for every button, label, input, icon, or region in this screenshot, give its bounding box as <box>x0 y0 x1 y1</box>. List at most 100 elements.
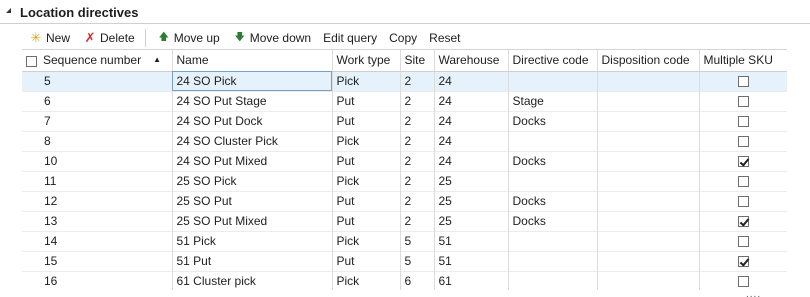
site-cell[interactable]: 2 <box>400 151 435 171</box>
disposition-code-cell[interactable] <box>597 131 700 151</box>
work-type-cell[interactable]: Put <box>332 211 401 231</box>
name-cell[interactable]: 24 SO Pick <box>172 71 333 91</box>
disposition-code-cell[interactable] <box>597 231 700 251</box>
name-cell[interactable]: 25 SO Pick <box>172 171 333 191</box>
site-cell[interactable]: 2 <box>400 91 435 111</box>
column-header-warehouse[interactable]: Warehouse <box>434 50 509 72</box>
multiple-sku-checkbox[interactable] <box>737 136 749 148</box>
table-row[interactable]: 10 24 SO Put Mixed Put 2 24 Docks <box>22 151 787 171</box>
sequence-number-cell[interactable]: 6 <box>22 91 173 111</box>
edit-query-button[interactable]: Edit query <box>317 27 383 49</box>
name-cell[interactable]: 24 SO Put Dock <box>172 111 333 131</box>
section-header[interactable]: Location directives <box>0 0 810 24</box>
sequence-number-cell[interactable]: 8 <box>22 131 173 151</box>
table-row[interactable]: 5 24 SO Pick Pick 2 24 <box>22 71 787 91</box>
column-header-directive-code[interactable]: Directive code <box>508 50 598 72</box>
site-cell[interactable]: 5 <box>400 251 435 271</box>
directive-code-cell[interactable]: Docks <box>508 191 598 211</box>
work-type-cell[interactable]: Pick <box>332 171 401 191</box>
table-row[interactable]: 8 24 SO Cluster Pick Pick 2 24 <box>22 131 787 151</box>
table-row[interactable]: 6 24 SO Put Stage Put 2 24 Stage <box>22 91 787 111</box>
name-cell[interactable]: 25 SO Put <box>172 191 333 211</box>
warehouse-cell[interactable]: 24 <box>434 91 509 111</box>
name-cell[interactable]: 24 SO Put Mixed <box>172 151 333 171</box>
name-cell[interactable]: 61 Cluster pick <box>172 271 333 290</box>
new-button[interactable]: ✳ New <box>22 27 76 49</box>
disposition-code-cell[interactable] <box>597 271 700 290</box>
warehouse-cell[interactable]: 51 <box>434 251 509 271</box>
work-type-cell[interactable]: Put <box>332 191 401 211</box>
warehouse-cell[interactable]: 24 <box>434 71 509 91</box>
disposition-code-cell[interactable] <box>597 211 700 231</box>
disposition-code-cell[interactable] <box>597 111 700 131</box>
site-cell[interactable]: 2 <box>400 131 435 151</box>
sequence-number-cell[interactable]: 13 <box>22 211 173 231</box>
name-cell[interactable]: 25 SO Put Mixed <box>172 211 333 231</box>
work-type-cell[interactable]: Put <box>332 251 401 271</box>
disposition-code-cell[interactable] <box>597 171 700 191</box>
sequence-number-cell[interactable]: 10 <box>22 151 173 171</box>
directive-code-cell[interactable] <box>508 271 598 290</box>
directive-code-cell[interactable] <box>508 71 598 91</box>
directive-code-cell[interactable]: Docks <box>508 111 598 131</box>
multiple-sku-checkbox[interactable] <box>737 256 749 268</box>
table-row[interactable]: 16 61 Cluster pick Pick 6 61 <box>22 271 787 290</box>
directive-code-cell[interactable]: Docks <box>508 151 598 171</box>
multiple-sku-checkbox[interactable] <box>737 116 749 128</box>
disposition-code-cell[interactable] <box>597 71 700 91</box>
site-cell[interactable]: 5 <box>400 231 435 251</box>
disposition-code-cell[interactable] <box>597 91 700 111</box>
warehouse-cell[interactable]: 25 <box>434 211 509 231</box>
column-header-multiple-sku[interactable]: Multiple SKU <box>699 50 787 72</box>
work-type-cell[interactable]: Pick <box>332 71 401 91</box>
column-header-sequence-number[interactable]: Sequence number ▲ <box>22 50 173 72</box>
select-all-checkbox[interactable] <box>26 55 37 67</box>
site-cell[interactable]: 2 <box>400 171 435 191</box>
multiple-sku-checkbox[interactable] <box>737 176 749 188</box>
site-cell[interactable]: 2 <box>400 71 435 91</box>
directive-code-cell[interactable] <box>508 251 598 271</box>
collapse-triangle-icon[interactable] <box>6 8 14 16</box>
table-row[interactable]: 12 25 SO Put Put 2 25 Docks <box>22 191 787 211</box>
multiple-sku-checkbox[interactable] <box>737 96 749 108</box>
multiple-sku-checkbox[interactable] <box>737 156 749 168</box>
table-row[interactable]: 13 25 SO Put Mixed Put 2 25 Docks <box>22 211 787 231</box>
work-type-cell[interactable]: Pick <box>332 271 401 290</box>
directive-code-cell[interactable]: Stage <box>508 91 598 111</box>
site-cell[interactable]: 2 <box>400 211 435 231</box>
reset-button[interactable]: Reset <box>423 27 466 49</box>
directive-code-cell[interactable] <box>508 231 598 251</box>
name-cell[interactable]: 24 SO Cluster Pick <box>172 131 333 151</box>
multiple-sku-checkbox[interactable] <box>737 276 749 288</box>
warehouse-cell[interactable]: 61 <box>434 271 509 290</box>
sequence-number-cell[interactable]: 12 <box>22 191 173 211</box>
warehouse-cell[interactable]: 25 <box>434 171 509 191</box>
warehouse-cell[interactable]: 24 <box>434 151 509 171</box>
directive-code-cell[interactable]: Docks <box>508 211 598 231</box>
site-cell[interactable]: 2 <box>400 191 435 211</box>
warehouse-cell[interactable]: 25 <box>434 191 509 211</box>
work-type-cell[interactable]: Put <box>332 151 401 171</box>
sequence-number-cell[interactable]: 14 <box>22 231 173 251</box>
disposition-code-cell[interactable] <box>597 151 700 171</box>
move-up-button[interactable]: 🡅 Move up <box>150 27 226 49</box>
work-type-cell[interactable]: Pick <box>332 231 401 251</box>
sequence-number-cell[interactable]: 15 <box>22 251 173 271</box>
column-header-name[interactable]: Name <box>172 50 333 72</box>
warehouse-cell[interactable]: 24 <box>434 131 509 151</box>
table-row[interactable]: 14 51 Pick Pick 5 51 <box>22 231 787 251</box>
copy-button[interactable]: Copy <box>383 27 423 49</box>
multiple-sku-checkbox[interactable] <box>737 196 749 208</box>
sequence-number-cell[interactable]: 11 <box>22 171 173 191</box>
disposition-code-cell[interactable] <box>597 191 700 211</box>
name-cell[interactable]: 51 Pick <box>172 231 333 251</box>
column-header-site[interactable]: Site <box>400 50 435 72</box>
table-row[interactable]: 15 51 Put Put 5 51 <box>22 251 787 271</box>
multiple-sku-checkbox[interactable] <box>737 236 749 248</box>
multiple-sku-checkbox[interactable] <box>737 76 749 88</box>
sequence-number-cell[interactable]: 5 <box>22 71 173 91</box>
work-type-cell[interactable]: Pick <box>332 131 401 151</box>
directive-code-cell[interactable] <box>508 171 598 191</box>
table-row[interactable]: 7 24 SO Put Dock Put 2 24 Docks <box>22 111 787 131</box>
sequence-number-cell[interactable]: 7 <box>22 111 173 131</box>
